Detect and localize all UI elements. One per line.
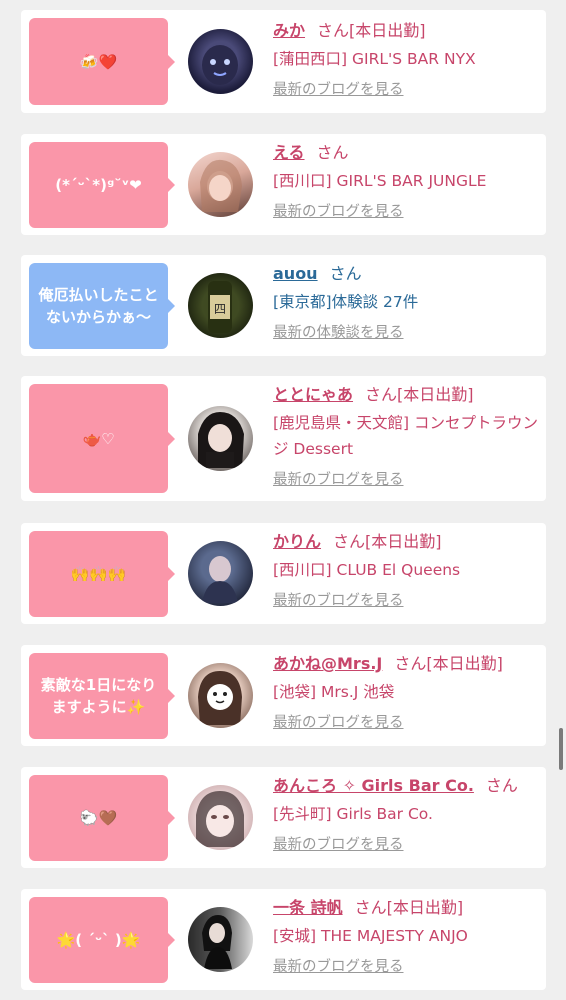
- scrollbar[interactable]: [559, 728, 563, 770]
- latest-blog-link[interactable]: 最新のブログを見る: [273, 833, 404, 854]
- svg-text:四: 四: [214, 302, 226, 316]
- list-item: 🫖♡ ととにゃあ さん[本日出勤] [鹿児島県・天文館] コンセプトラウンジ De…: [21, 376, 546, 501]
- message-bubble: (*ˊᵕˋ*)ᵍ˘ᵛ❤: [29, 142, 175, 228]
- feed-list: 🍻❤️ みか さん[本日出勤] [蒲田西口] GIRL'S BAR NYX 最新の…: [0, 0, 566, 1000]
- bubble-text: 🫖♡: [82, 429, 115, 448]
- item-info: auou さん [東京都]体験談 27件 最新の体験談を見る: [273, 263, 540, 342]
- item-info: える さん [西川口] GIRL'S BAR JUNGLE 最新のブログを見る: [273, 142, 540, 221]
- latest-blog-link[interactable]: 最新のブログを見る: [273, 78, 404, 99]
- bubble-text: 🐑🤎: [79, 809, 118, 827]
- latest-blog-link[interactable]: 最新のブログを見る: [273, 589, 404, 610]
- message-bubble: 🐑🤎: [29, 775, 175, 861]
- message-bubble: 🍻❤️: [29, 18, 175, 105]
- item-info: あんころ ✧ Girls Bar Co. さん [先斗町] Girls Bar C…: [273, 775, 540, 854]
- message-bubble: 俺厄払いしたことないからかぁ〜: [29, 263, 175, 349]
- user-suffix: さん: [316, 143, 349, 162]
- user-name-link[interactable]: auou: [273, 264, 318, 283]
- item-info: ととにゃあ さん[本日出勤] [鹿児島県・天文館] コンセプトラウンジ Desse…: [273, 384, 540, 489]
- user-name-link[interactable]: える: [273, 143, 305, 162]
- item-info: かりん さん[本日出勤] [西川口] CLUB El Queens 最新のブログを…: [273, 531, 540, 610]
- latest-blog-link[interactable]: 最新のブログを見る: [273, 200, 404, 221]
- list-item: (*ˊᵕˋ*)ᵍ˘ᵛ❤ える さん [西川口] GIRL'S BAR JUNGLE…: [21, 134, 546, 235]
- girl-photo-icon: [200, 159, 242, 212]
- shop-label: [西川口] GIRL'S BAR JUNGLE: [273, 172, 487, 190]
- user-suffix: さん: [485, 776, 518, 795]
- bubble-text: 俺厄払いしたことないからかぁ〜: [38, 286, 159, 326]
- bubble-text: (*ˊᵕˋ*)ᵍ˘ᵛ❤: [55, 176, 142, 194]
- item-info: 一条 詩帆 さん[本日出勤] [安城] THE MAJESTY ANJO 最新のブ…: [273, 897, 540, 976]
- bubble-text: 🙌🙌🙌: [70, 565, 127, 583]
- avatar[interactable]: 四: [188, 273, 253, 338]
- message-bubble: 🫖♡: [29, 384, 175, 493]
- shop-label: [西川口] CLUB El Queens: [273, 561, 461, 579]
- shop-label: [鹿児島県・天文館] コンセプトラウンジ Dessert: [273, 414, 539, 458]
- item-info: あかね@Mrs.J さん[本日出勤] [池袋] Mrs.J 池袋 最新のブログを見…: [273, 653, 540, 732]
- avatar[interactable]: [188, 907, 253, 972]
- list-item: 🍻❤️ みか さん[本日出勤] [蒲田西口] GIRL'S BAR NYX 最新の…: [21, 10, 546, 113]
- user-suffix: さん[本日出勤]: [394, 654, 503, 673]
- dark-mask-icon: [202, 45, 238, 85]
- list-item: 素敵な1日になりますように✨ あかね@Mrs.J さん[本日出勤] [池袋] Mr…: [21, 645, 546, 746]
- avatar[interactable]: [188, 152, 253, 217]
- avatar[interactable]: [188, 541, 253, 606]
- message-bubble: 素敵な1日になりますように✨: [29, 653, 175, 739]
- girl-photo-icon: [202, 556, 238, 603]
- user-suffix: さん[本日出勤]: [333, 532, 442, 551]
- list-item: 🐑🤎 あんころ ✧ Girls Bar Co. さん [先斗町] Girls Ba…: [21, 767, 546, 868]
- sake-bottle-icon: 四: [208, 281, 232, 333]
- avatar[interactable]: [188, 663, 253, 728]
- face-sticker-icon: [198, 671, 242, 725]
- avatar[interactable]: [188, 406, 253, 471]
- list-item: 俺厄払いしたことないからかぁ〜 四 auou さん [東京都]体験談 27件 最新…: [21, 255, 546, 356]
- user-suffix: さん[本日出勤]: [354, 898, 464, 917]
- latest-blog-link[interactable]: 最新のブログを見る: [273, 711, 404, 732]
- user-suffix: さん: [329, 264, 362, 283]
- user-name-link[interactable]: かりん: [273, 532, 321, 551]
- bubble-text: 🍻❤️: [79, 52, 118, 71]
- latest-blog-link[interactable]: 最新のブログを見る: [273, 955, 404, 976]
- user-name-link[interactable]: あかね@Mrs.J: [273, 654, 382, 673]
- shop-label: [蒲田西口] GIRL'S BAR NYX: [273, 50, 476, 68]
- avatar[interactable]: [188, 785, 253, 850]
- list-item: 🌟( ˊᵕˋ )🌟 一条 詩帆 さん[本日出勤] [安城] THE MAJESTY…: [21, 889, 546, 990]
- user-suffix: さん[本日出勤]: [317, 21, 426, 40]
- girl-photo-icon: [202, 915, 232, 969]
- shop-label: [先斗町] Girls Bar Co.: [273, 805, 433, 823]
- list-item: 🙌🙌🙌 かりん さん[本日出勤] [西川口] CLUB El Queens 最新の…: [21, 523, 546, 624]
- avatar[interactable]: [188, 29, 253, 94]
- girl-photo-icon: [198, 412, 244, 468]
- shop-label: [安城] THE MAJESTY ANJO: [273, 927, 468, 945]
- user-name-link[interactable]: あんころ ✧ Girls Bar Co.: [273, 776, 474, 795]
- message-bubble: 🌟( ˊᵕˋ )🌟: [29, 897, 175, 983]
- latest-review-link[interactable]: 最新の体験談を見る: [273, 321, 404, 342]
- user-name-link[interactable]: ととにゃあ: [273, 385, 353, 404]
- user-name-link[interactable]: みか: [273, 21, 305, 40]
- bubble-text: 🌟( ˊᵕˋ )🌟: [56, 931, 141, 949]
- bubble-text: 素敵な1日になりますように✨: [40, 676, 157, 716]
- user-suffix: さん[本日出勤]: [365, 385, 474, 404]
- latest-blog-link[interactable]: 最新のブログを見る: [273, 468, 404, 489]
- message-bubble: 🙌🙌🙌: [29, 531, 175, 617]
- user-name-link[interactable]: 一条 詩帆: [273, 898, 343, 917]
- shop-label: [東京都]体験談 27件: [273, 293, 419, 311]
- item-info: みか さん[本日出勤] [蒲田西口] GIRL'S BAR NYX 最新のブログを…: [273, 20, 540, 99]
- shop-label: [池袋] Mrs.J 池袋: [273, 683, 395, 701]
- blurred-face-icon: [196, 791, 244, 847]
